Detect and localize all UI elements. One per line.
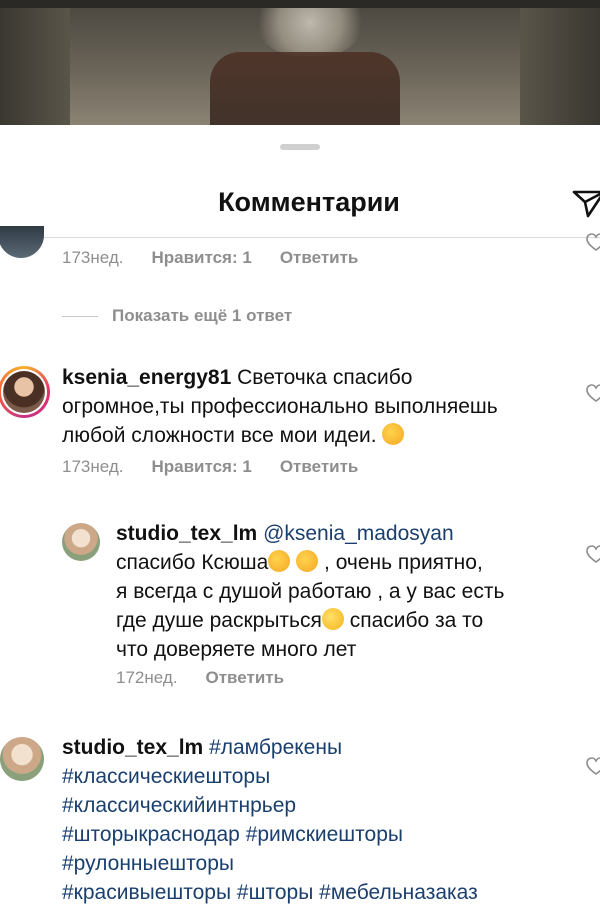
kiss-emoji-icon [296, 550, 319, 572]
comment-meta: 173нед. Нравится: 1 Ответить [62, 248, 358, 268]
photo-wall-right [520, 8, 600, 125]
comment-time: 173нед. [62, 457, 124, 476]
avatar[interactable] [62, 523, 100, 561]
heart-icon[interactable] [586, 757, 600, 775]
comment-text: ksenia_energy81 Светочка спасибо огромно… [62, 363, 582, 450]
reply-line: , очень приятно, [318, 551, 483, 574]
photo-chandelier [250, 8, 370, 56]
reply-button[interactable]: Ответить [280, 457, 359, 477]
comments-sheet: Комментарии 173нед. Нравится: 1 Ответить… [0, 125, 600, 904]
paper-plane-icon[interactable] [572, 188, 600, 218]
heart-icon[interactable] [586, 384, 600, 402]
show-more-replies[interactable]: Показать ещё 1 ответ [112, 306, 292, 326]
heart-icon[interactable] [586, 545, 600, 563]
reply-button[interactable]: Ответить [205, 668, 284, 688]
hashtag-link[interactable]: #классическиешторы [62, 765, 270, 788]
show-more-line [62, 316, 98, 317]
comment-time: 172нед. [116, 668, 178, 687]
avatar-story-ring[interactable] [0, 366, 50, 418]
header-divider [0, 237, 600, 238]
photo-wall-left [0, 8, 70, 125]
photo-curtain [210, 52, 400, 125]
background-photo [0, 0, 600, 125]
avatar-photo [3, 371, 45, 413]
reply-line: что доверяете много лет [116, 638, 357, 661]
reply-line: где душе раскрыться [116, 609, 322, 632]
comment-meta: 173нед. Нравится: 1 Ответить [62, 457, 358, 477]
drag-handle[interactable] [280, 144, 320, 150]
comment-text: studio_tex_lm #ламбрекены #классическиеш… [62, 733, 582, 907]
heart-icon[interactable] [586, 233, 600, 251]
comment-time: 173нед. [62, 248, 124, 267]
comment-username[interactable]: ksenia_energy81 [62, 366, 231, 389]
top-bar [0, 0, 600, 8]
comment-line: Светочка спасибо [237, 366, 413, 389]
hugging-emoji-icon [268, 550, 291, 572]
hashtag-link[interactable]: #красивыешторы [62, 881, 231, 904]
hashtag-link[interactable]: #рулонныешторы [62, 852, 234, 875]
avatar[interactable] [0, 737, 44, 781]
comment-line: огромное,ты профессионально выполняешь [62, 395, 498, 418]
comment-line: любой сложности все мои идеи. [62, 424, 377, 447]
reply-text: studio_tex_lm @ksenia_madosyan спасибо К… [116, 519, 586, 664]
reply-username[interactable]: studio_tex_lm [116, 522, 257, 545]
reply-line: я всегда с душой работаю , а у вас есть [116, 580, 505, 603]
hashtag-link[interactable]: #ламбрекены [209, 736, 342, 759]
avatar[interactable] [0, 226, 44, 258]
reply-line: спасибо Ксюша [116, 551, 269, 574]
mention-link[interactable]: @ksenia_madosyan [263, 522, 454, 545]
reply-meta: 172нед. Ответить [116, 668, 284, 688]
comment-username[interactable]: studio_tex_lm [62, 736, 203, 759]
hashtag-link[interactable]: #классическийинтнрьер [62, 794, 296, 817]
hashtag-link[interactable]: #шторыкраснодар [62, 823, 240, 846]
reply-button[interactable]: Ответить [280, 248, 359, 268]
reply-line: спасибо за то [343, 609, 484, 632]
smile-emoji-icon [321, 608, 344, 630]
hashtag-link[interactable]: #мебельназаказ [319, 881, 478, 904]
hashtag-link[interactable]: #шторы [237, 881, 313, 904]
likes-count[interactable]: Нравится: 1 [151, 248, 251, 268]
likes-count[interactable]: Нравится: 1 [151, 457, 251, 477]
hashtag-link[interactable]: #римскиешторы [246, 823, 403, 846]
sheet-title: Комментарии [218, 187, 400, 217]
kiss-emoji-icon [382, 423, 405, 445]
